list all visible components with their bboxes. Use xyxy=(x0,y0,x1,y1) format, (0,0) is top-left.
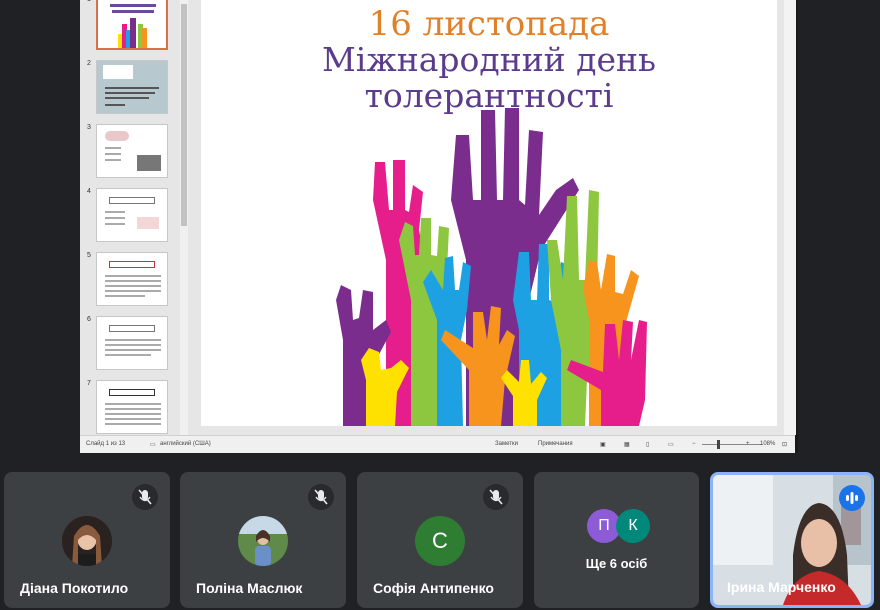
slide-scrollbar[interactable] xyxy=(784,0,796,435)
slide-thumbnail-2[interactable]: 2 xyxy=(80,60,176,116)
avatar xyxy=(238,516,288,566)
zoom-slider-thumb[interactable] xyxy=(717,440,720,449)
more-participants-label: Ще 6 осіб xyxy=(585,556,648,571)
participant-name: Ірина Марченко xyxy=(727,579,836,595)
zoom-in-icon[interactable]: + xyxy=(746,441,750,447)
slideshow-icon[interactable]: ▭ xyxy=(668,441,674,448)
thumbnail-image xyxy=(96,380,168,434)
scrollbar-thumb[interactable] xyxy=(181,4,187,226)
slide-thumbnail-4[interactable]: 4 xyxy=(80,188,176,244)
hands-icon xyxy=(336,108,647,426)
participant-tile[interactable]: Поліна Маслюк xyxy=(180,472,346,608)
thumbnail-number: 6 xyxy=(87,316,91,323)
thumbnail-image xyxy=(96,316,168,370)
thumbnail-number: 1 xyxy=(87,0,91,3)
thumbnail-hands-icon xyxy=(110,4,156,48)
thumbnail-image xyxy=(96,252,168,306)
thumbnail-image xyxy=(96,0,168,50)
thumbnail-image xyxy=(96,188,168,242)
spellcheck-icon[interactable]: ▭ xyxy=(150,441,156,448)
mic-off-icon xyxy=(483,484,509,510)
status-bar: Слайд 1 из 13 ▭ английский (США) Заметки… xyxy=(80,435,795,453)
thumbnail-image xyxy=(96,60,168,114)
thumbnail-number: 4 xyxy=(87,188,91,195)
zoom-out-icon[interactable]: − xyxy=(692,441,696,447)
participant-name: Софія Антипенко xyxy=(373,580,494,596)
slide-thumbnail-5[interactable]: 5 xyxy=(80,252,176,308)
slide-editing-area: 16 листопада Міжнародний день толерантно… xyxy=(188,0,796,435)
language-indicator[interactable]: английский (США) xyxy=(160,441,211,447)
zoom-slider[interactable] xyxy=(702,444,762,445)
current-slide[interactable]: 16 листопада Міжнародний день толерантно… xyxy=(201,0,777,426)
participant-tile-speaking[interactable]: Ірина Марченко xyxy=(710,472,874,608)
thumbnail-scrollbar[interactable] xyxy=(180,0,188,435)
slide-thumbnail-3[interactable]: 3 xyxy=(80,124,176,180)
participant-name: Поліна Маслюк xyxy=(196,580,303,596)
participant-name: Діана Покотило xyxy=(20,580,129,596)
normal-view-icon[interactable]: ▣ xyxy=(600,441,606,448)
thumbnail-number: 3 xyxy=(87,124,91,131)
participant-tile[interactable]: С Софія Антипенко xyxy=(357,472,523,608)
shared-presentation-window: 1 2 xyxy=(80,0,798,453)
notes-button[interactable]: Заметки xyxy=(495,441,518,447)
more-participants-tile[interactable]: П К Ще 6 осіб xyxy=(534,472,699,608)
zoom-level[interactable]: 108% xyxy=(760,441,775,447)
slide-sorter-icon[interactable]: ▦ xyxy=(624,441,630,448)
avatar-letter: С xyxy=(415,516,465,566)
slide-thumbnail-1[interactable]: 1 xyxy=(80,0,176,52)
thumbnail-number: 7 xyxy=(87,380,91,387)
raised-hands-illustration xyxy=(336,108,647,426)
fit-slide-icon[interactable]: ⊡ xyxy=(782,441,787,448)
reading-view-icon[interactable]: ▯ xyxy=(646,441,649,448)
avatar-letter: К xyxy=(616,509,650,543)
mic-off-icon xyxy=(132,484,158,510)
speaking-indicator-icon xyxy=(839,485,865,511)
thumbnail-number: 2 xyxy=(87,60,91,67)
mic-off-icon xyxy=(308,484,334,510)
slide-thumbnail-pane: 1 2 xyxy=(80,0,180,435)
thumbnail-image xyxy=(96,124,168,178)
thumbnail-number: 5 xyxy=(87,252,91,259)
participant-tile[interactable]: Діана Покотило xyxy=(4,472,170,608)
comments-button[interactable]: Примечания xyxy=(538,441,573,447)
slide-thumbnail-6[interactable]: 6 xyxy=(80,316,176,372)
slide-counter: Слайд 1 из 13 xyxy=(86,441,126,447)
avatar xyxy=(62,516,112,566)
slide-thumbnail-7[interactable]: 7 xyxy=(80,380,176,436)
